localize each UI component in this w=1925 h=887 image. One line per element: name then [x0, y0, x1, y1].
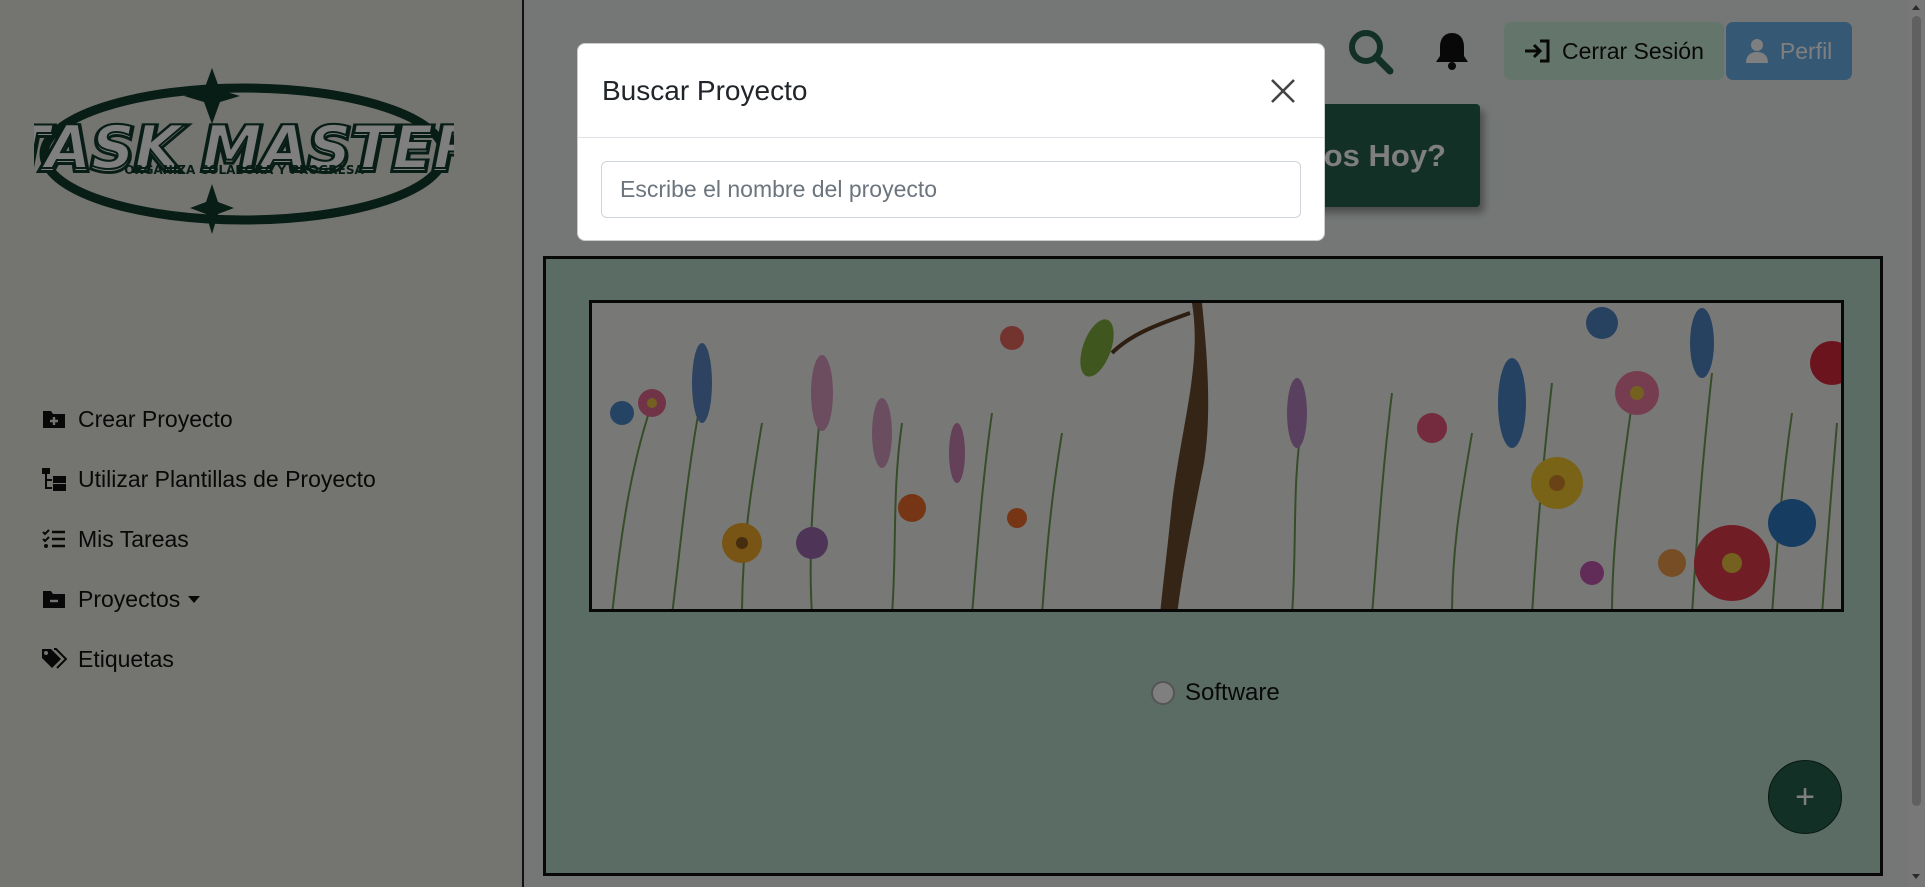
project-search-input[interactable]: [601, 161, 1301, 218]
modal-title: Buscar Proyecto: [602, 74, 808, 106]
modal-header: Buscar Proyecto: [578, 44, 1324, 138]
search-project-modal: Buscar Proyecto: [577, 43, 1325, 241]
modal-body: [578, 138, 1324, 241]
close-icon[interactable]: [1266, 74, 1300, 108]
